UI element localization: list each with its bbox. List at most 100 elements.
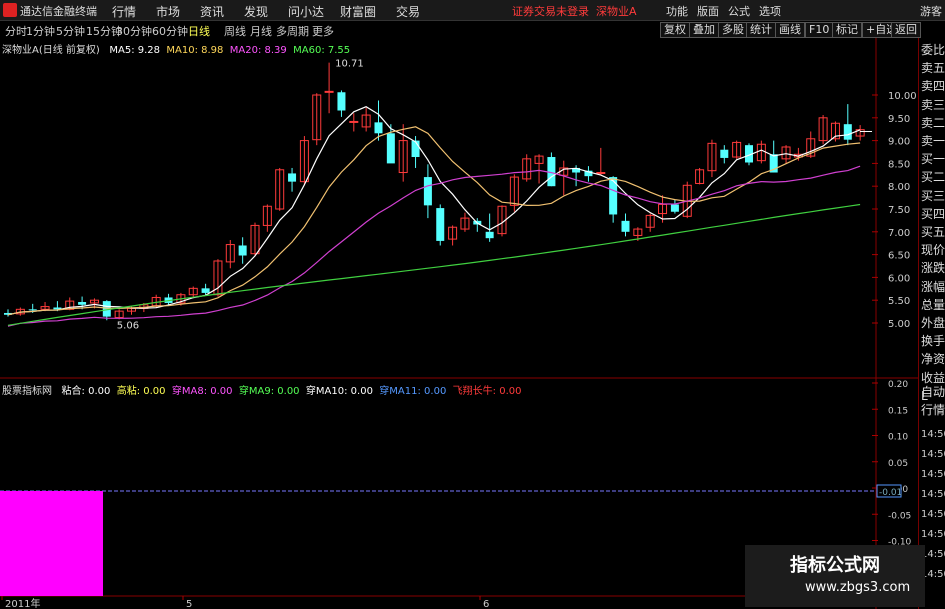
tool-button-4[interactable]: 画线 [775,22,805,38]
side-panel-label-13[interactable]: 涨幅 [921,280,945,294]
menu-item-2[interactable]: 资讯 [200,3,224,20]
candle-body-50 [621,220,630,232]
side-panel-label-1[interactable]: 卖五 [921,62,945,75]
price-label-8: 6.00 [888,273,910,284]
side-panel-label-18[interactable]: 收益 [921,371,945,385]
quote-side-panel: 委比 卖五 卖四 卖三 卖二 卖一 买一 买二 买三 买四 买五 现价 涨跌 涨幅 总量 外盘 换手 净资 收益 L 自… [918,38,945,609]
ma-legend-3: MA60: 7.55 [286,45,351,56]
side-panel-label-4[interactable]: 卖二 [921,116,945,130]
app-logo-icon [3,3,17,17]
side-panel-label-16[interactable]: 换手 [921,335,945,348]
menu-item-3[interactable]: 发现 [244,3,268,20]
side-panel-label-10[interactable]: 买五 [921,226,945,239]
indicator-field-4: 穿MA10: 0.00 [299,386,373,397]
menu-item-0[interactable]: 行情 [112,3,136,20]
ma-legend-0: MA5: 9.28 [103,45,161,56]
trade-login-alert[interactable]: 证券交易未登录 深物业A [512,3,637,19]
tool-button-3[interactable]: 统计 [746,22,776,38]
tab-timeframe-1[interactable]: 1分钟 [26,23,55,39]
ma-legend: MA5: 9.28 MA10: 8.98 MA20: 8.39 MA60: 7.… [103,45,350,56]
tool-button-1[interactable]: 叠加 [689,22,719,38]
side-panel-label-14[interactable]: 总量 [921,298,945,312]
side-panel-label-9[interactable]: 买四 [921,207,945,221]
side-panel-label-17[interactable]: 净资 [921,353,945,366]
side-panel-time-5: 14:50 [921,529,945,540]
tool-button-5[interactable]: F10 [805,22,834,38]
side-panel-label-21[interactable]: 行情 [921,404,945,417]
candle-body-68 [843,124,852,140]
time-label-2: 6 [483,599,489,609]
side-panel-label-6[interactable]: 买一 [921,153,945,166]
menu-item-6[interactable]: 交易 [396,3,420,20]
tab-timeframe-5[interactable]: 60分钟 [152,23,188,39]
indicator-tick-label-2: 0.10 [888,433,908,443]
watermark-url: www.zbgs3.com [805,580,911,595]
time-label-0: 2011年 [5,597,40,609]
side-panel-time-2: 14:50 [921,469,945,480]
indicator-fields: 粘合: 0.00 高粘: 0.00 穿MA8: 0.00 穿MA9: 0.00 … [55,386,522,397]
side-panel-label-7[interactable]: 买二 [921,171,945,184]
tool-button-2[interactable]: 多股 [718,22,748,38]
candle-body-48 [596,172,606,175]
side-panel-label-0[interactable]: 委比 [921,44,945,57]
right-menu-item-3[interactable]: 选项 [759,3,781,19]
candle-body-28 [349,120,359,123]
tab-timeframe-7[interactable]: 周线 [224,23,246,39]
tool-button-8[interactable]: 返回 [891,22,921,38]
ma-legend-1: MA10: 8.98 [160,45,224,56]
tab-timeframe-6[interactable]: 日线 [188,23,210,39]
indicator-tick-label-3: 0.05 [888,459,908,469]
price-label-5: 7.50 [888,205,910,216]
side-panel-label-5[interactable]: 卖一 [921,135,945,148]
tab-timeframe-2[interactable]: 5分钟 [56,23,85,39]
price-label-4: 8.00 [888,182,910,193]
chart-header: 深物业A(日线 前复权) MA5: 9.28 MA10: 8.98 MA20: … [2,41,350,56]
side-panel-time-3: 14:50 [921,489,945,500]
candle-body-31 [386,133,395,164]
tab-timeframe-10[interactable]: 更多 [312,23,334,39]
indicator-field-2: 穿MA8: 0.00 [165,386,233,397]
menu-item-5[interactable]: 财富圈 [340,3,376,20]
right-menu-item-4[interactable]: 游客 [920,3,942,19]
side-panel-label-20[interactable]: 自动 [921,386,945,399]
period-toolbar: 分时 1分钟 5分钟 15分钟 30分钟 60分钟 日线 周线 月线 多周期 更多 复权 叠加 多股 统计… [0,21,945,39]
candle-body-6 [78,302,87,305]
side-panel-label-3[interactable]: 卖三 [921,98,945,112]
side-panel-label-11[interactable]: 现价 [921,244,945,257]
candle-body-19 [238,245,247,256]
price-label-10: 5.00 [888,319,910,330]
high-price-label: 10.71 [335,59,364,70]
side-panel-time-4: 14:50 [921,509,945,520]
ma-legend-2: MA20: 8.39 [223,45,287,56]
indicator-header: 股票指标网 粘合: 0.00 高粘: 0.00 穿MA8: 0.00 穿MA9:… [2,382,521,397]
tab-timeframe-0[interactable]: 分时 [5,23,27,39]
tab-timeframe-9[interactable]: 多周期 [276,23,309,39]
tab-timeframe-4[interactable]: 30分钟 [116,23,152,39]
app-title: 通达信金融终端 [20,5,97,18]
candle-body-33 [411,140,420,158]
menu-item-4[interactable]: 问小达 [288,3,324,20]
tool-button-0[interactable]: 复权 [660,22,690,38]
side-panel-label-8[interactable]: 买三 [921,189,945,203]
menu-item-1[interactable]: 市场 [156,3,180,20]
indicator-field-0: 粘合: 0.00 [55,386,111,397]
candle-body-39 [485,231,494,239]
price-label-1: 9.50 [888,114,910,125]
chart-title: 深物业A(日线 前复权) [2,45,100,56]
indicator-name[interactable]: 股票指标网 [2,386,52,397]
price-label-7: 6.50 [888,251,910,262]
side-panel-label-12[interactable]: 涨跌 [921,262,945,275]
right-menu-item-0[interactable]: 功能 [666,3,688,19]
indicator-tick-label-5: -0.05 [888,511,911,521]
tab-timeframe-8[interactable]: 月线 [250,23,272,39]
side-panel-label-15[interactable]: 外盘 [921,317,945,330]
side-panel-label-2[interactable]: 卖四 [921,80,945,93]
candle-body-58 [720,149,729,158]
right-menu-item-1[interactable]: 版面 [697,3,719,19]
right-menu-item-2[interactable]: 公式 [728,3,750,19]
indicator-bar [0,491,103,596]
kline-chart[interactable]: 10.00 9.50 9.00 8.50 8.00 7.50 7.00 6.50 6.00 5.5… [0,38,918,609]
candle-body-26 [324,90,334,93]
tool-button-6[interactable]: 标记 [832,22,862,38]
indicator-tick-label-1: 0.15 [888,406,908,416]
